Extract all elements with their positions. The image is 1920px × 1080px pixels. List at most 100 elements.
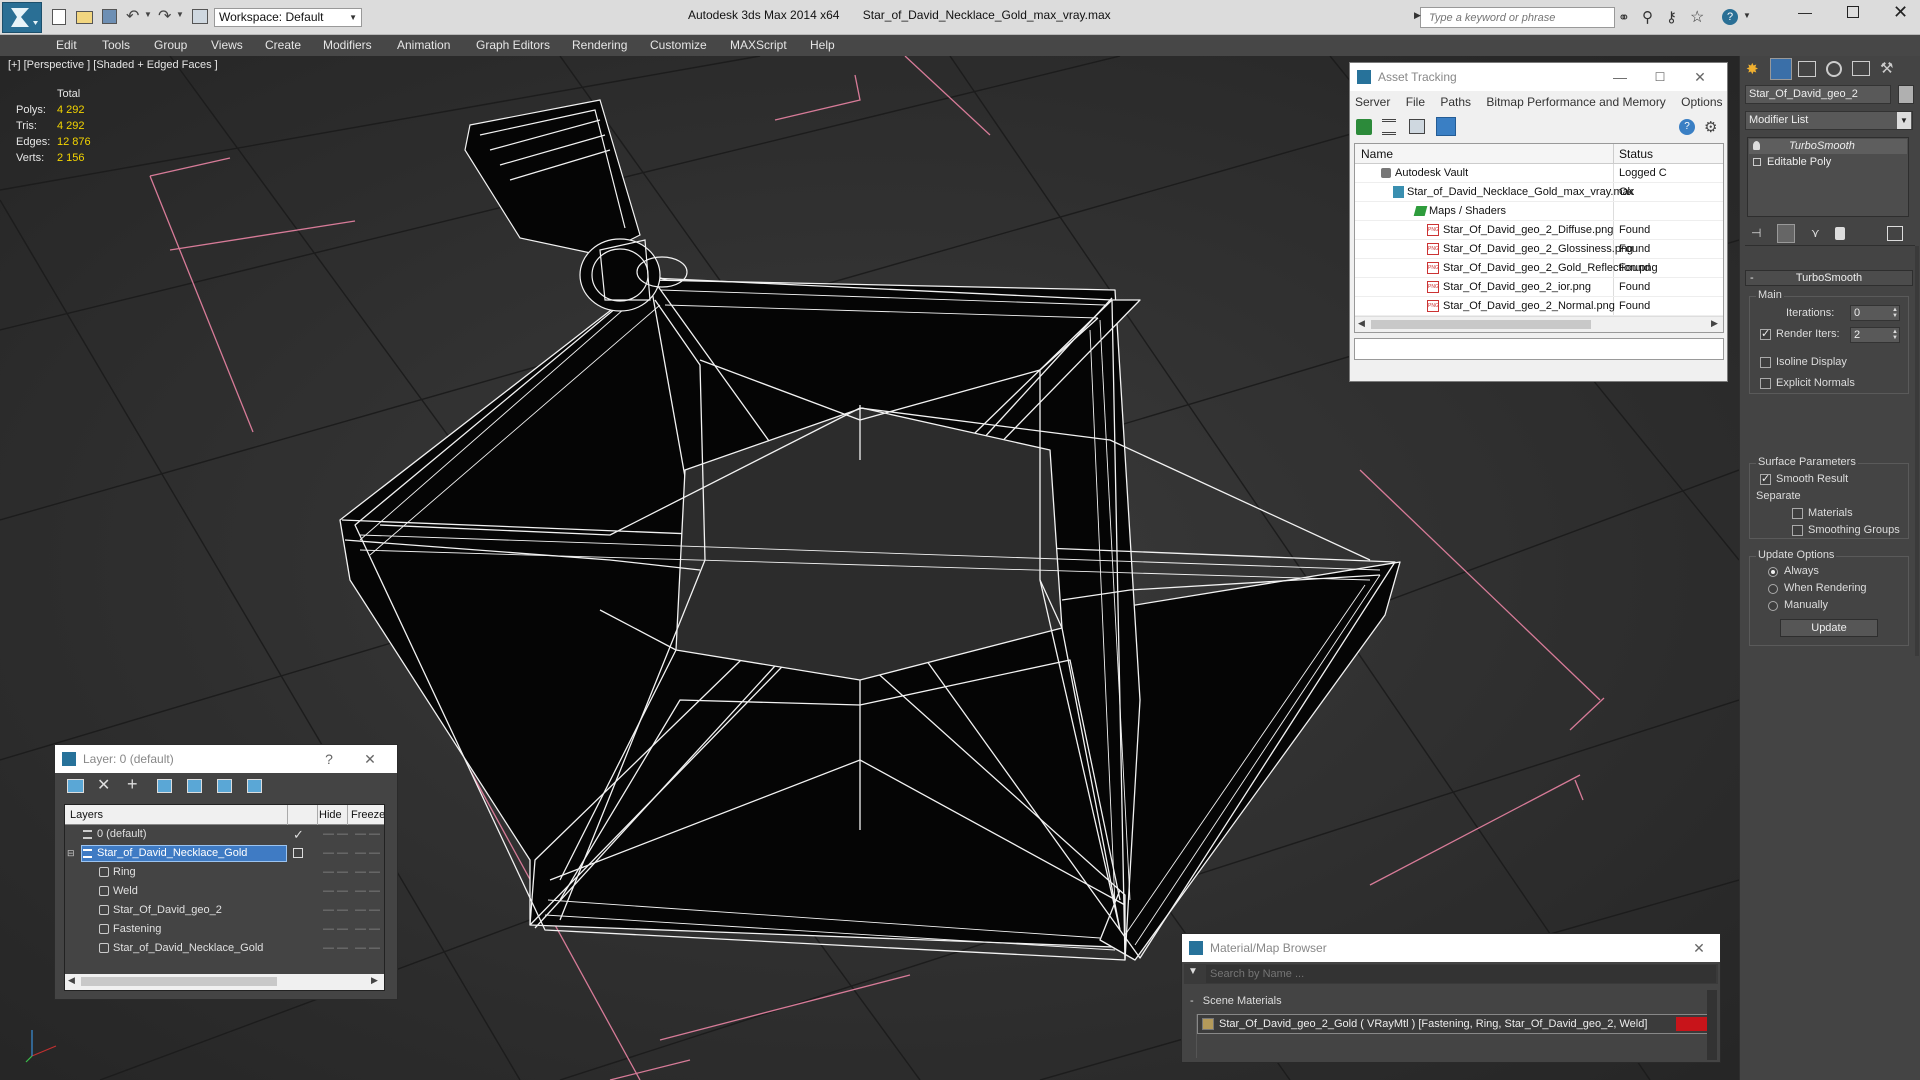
freeze-toggle[interactable]: — — [355,939,380,958]
menu-animation[interactable]: Animation [397,35,450,56]
command-panel-scrollbar[interactable] [1915,246,1919,656]
asset-row[interactable]: PNG Star_Of_David_geo_2_Glossiness.png F… [1355,240,1723,259]
asset-row[interactable]: PNG Star_Of_David_geo_2_ior.png Found [1355,278,1723,297]
close-window-button[interactable]: ✕ [1893,2,1908,23]
spinner-arrows-icon[interactable]: ▲ ▼ [1892,329,1898,341]
material-browser-close-button[interactable]: ✕ [1679,934,1719,962]
layer-object-row[interactable]: Star_of_David_Necklace_Gold — — — — [65,939,384,958]
material-search-input[interactable] [1206,965,1716,983]
asset-menu-paths[interactable]: Paths [1440,95,1471,109]
freeze-toggle[interactable]: — — [355,863,380,882]
asset-tracking-titlebar[interactable]: Asset Tracking — ☐ ✕ [1350,63,1727,91]
asset-row[interactable]: Star_of_David_Necklace_Gold_max_vray.max… [1355,183,1723,202]
material-browser-titlebar[interactable]: Material/Map Browser ✕ [1182,934,1720,962]
hide-all-icon[interactable] [217,779,232,793]
hide-toggle[interactable]: — — [323,901,348,920]
light-bulb-icon[interactable] [1753,141,1760,150]
material-item[interactable]: Star_Of_David_geo_2_Gold ( VRayMtl ) [Fa… [1197,1014,1709,1034]
asset-menu-options[interactable]: Options [1681,95,1722,109]
layer-col-hide[interactable]: Hide [319,805,342,825]
menu-customize[interactable]: Customize [650,35,707,56]
active-layer-check-icon[interactable]: ✓ [293,825,304,844]
freeze-toggle[interactable]: — — [355,825,380,844]
update-manually-radio[interactable] [1768,601,1778,611]
freeze-toggle[interactable]: — — [355,844,380,863]
binoculars-icon[interactable]: ⚭ [1618,9,1630,26]
layer-col-layers[interactable]: Layers [70,805,103,825]
menu-help[interactable]: Help [810,35,835,56]
scroll-thumb[interactable] [81,977,277,986]
motion-tab-icon[interactable] [1826,61,1842,77]
open-file-icon[interactable] [76,11,93,24]
modifier-stack-item-editable-poly[interactable]: Editable Poly [1749,155,1907,170]
menu-group[interactable]: Group [154,35,187,56]
menu-modifiers[interactable]: Modifiers [323,35,372,56]
freeze-toggle[interactable]: — — [355,882,380,901]
modifier-stack-item-turbosmooth[interactable]: TurboSmooth [1749,139,1907,154]
update-button[interactable]: Update [1780,619,1878,637]
scroll-left-icon[interactable]: ◀ [1358,318,1365,329]
scroll-right-icon[interactable]: ▶ [1711,318,1718,329]
help-icon[interactable]: ? [1722,9,1738,25]
asset-menu-bitmap-performance[interactable]: Bitmap Performance and Memory [1486,95,1665,109]
favorites-icon[interactable]: ☆ [1690,7,1704,27]
material-options-icon[interactable]: ▼ [1188,966,1198,977]
asset-settings-icon[interactable]: ⚙ [1704,118,1717,136]
search-input[interactable] [1429,9,1609,26]
undo-dropdown-icon[interactable]: ▼ [144,10,152,19]
iterations-spinner[interactable]: 0 ▲ ▼ [1850,305,1900,321]
asset-menu-server[interactable]: Server [1355,95,1390,109]
remove-modifier-icon[interactable] [1835,227,1845,240]
scroll-left-icon[interactable]: ◀ [68,975,75,986]
layer-close-button[interactable]: ✕ [350,745,390,773]
make-unique-icon[interactable]: ⋎ [1811,226,1820,240]
smooth-result-checkbox[interactable] [1760,472,1771,485]
isoline-display-checkbox[interactable] [1760,357,1771,368]
list-view-icon[interactable] [1382,119,1396,135]
asset-maximize-button[interactable]: ☐ [1640,63,1680,91]
table-view-icon[interactable] [1436,117,1456,136]
minimize-button[interactable]: — [1798,4,1812,20]
material-vscrollbar[interactable] [1707,990,1717,1060]
layer-object-row[interactable]: Weld — — — — [65,882,384,901]
freeze-all-icon[interactable] [247,779,262,793]
menu-graph-editors[interactable]: Graph Editors [476,35,550,56]
app-logo-button[interactable] [2,2,42,33]
menu-maxscript[interactable]: MAXScript [730,35,787,56]
hide-toggle[interactable]: — — [323,825,348,844]
undo-icon[interactable]: ↶ [126,6,139,26]
asset-row[interactable]: PNG Star_Of_David_geo_2_Diffuse.png Foun… [1355,221,1723,240]
object-name-field[interactable]: Star_Of_David_geo_2 [1745,85,1891,104]
add-to-layer-icon[interactable]: + [127,774,138,795]
asset-row[interactable]: Autodesk Vault Logged C [1355,164,1723,183]
hide-toggle[interactable]: — — [323,882,348,901]
asset-row[interactable]: Maps / Shaders [1355,202,1723,221]
key-icon[interactable]: ⚷ [1666,8,1677,26]
hide-toggle[interactable]: — — [323,863,348,882]
highlight-layer-icon[interactable] [187,779,202,793]
asset-col-name[interactable]: Name [1361,144,1393,164]
asset-menu-file[interactable]: File [1406,95,1425,109]
scroll-right-icon[interactable]: ▶ [371,975,378,986]
display-tab-icon[interactable] [1852,61,1870,76]
layer-object-row[interactable]: Ring — — — — [65,863,384,882]
workspace-dropdown[interactable]: Workspace: Default ▼ [214,8,362,27]
menu-rendering[interactable]: Rendering [572,35,627,56]
hide-toggle[interactable]: — — [323,939,348,958]
delete-layer-icon[interactable]: ✕ [97,775,110,795]
layer-object-row[interactable]: Star_Of_David_geo_2 — — — — [65,901,384,920]
update-when-rendering-radio[interactable] [1768,584,1778,594]
collapse-icon[interactable]: ⊟ [67,844,75,863]
modifier-list-dropdown[interactable]: Modifier List ▼ [1745,111,1913,130]
object-color-swatch[interactable] [1898,85,1914,104]
render-iters-spinner[interactable]: 2 ▲ ▼ [1850,327,1900,343]
help-dropdown-icon[interactable]: ▼ [1743,11,1751,20]
asset-row[interactable]: PNG Star_Of_David_geo_2_Normal.png Found [1355,297,1723,316]
hide-toggle[interactable]: — — [323,920,348,939]
scroll-thumb[interactable] [1371,320,1591,329]
redo-icon[interactable]: ↷ [158,6,171,26]
maximize-button[interactable] [1847,6,1859,18]
communication-icon[interactable]: ⚲ [1642,8,1653,26]
layer-hscrollbar[interactable]: ◀ ▶ [65,974,384,990]
configure-sets-icon[interactable] [1887,226,1903,241]
